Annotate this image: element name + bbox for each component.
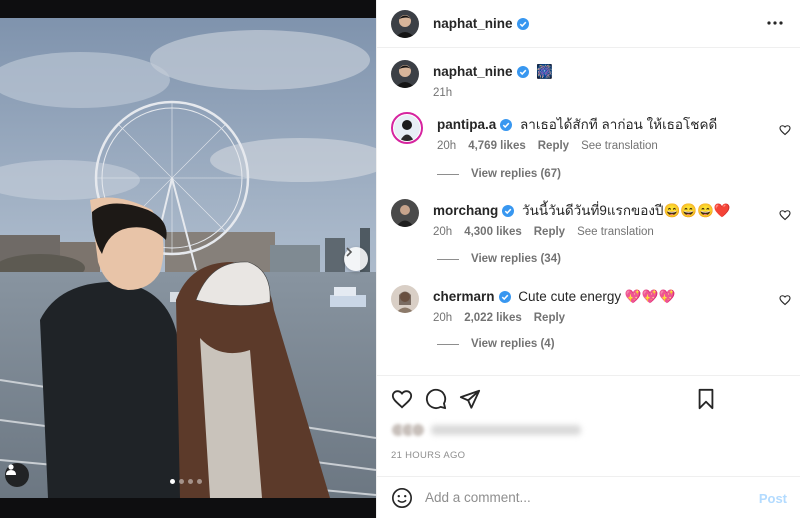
bookmark-icon[interactable] (695, 388, 717, 410)
reply-button[interactable]: Reply (534, 312, 565, 324)
caption-body: naphat_nine 🎆 21h (433, 60, 553, 99)
view-replies-label: View replies (4) (471, 338, 555, 350)
add-comment-input[interactable] (425, 490, 745, 505)
post-action-bar (377, 375, 800, 419)
caption-meta: 21h (433, 87, 553, 99)
comment-like-heart-icon[interactable] (779, 294, 791, 306)
author-avatar[interactable] (391, 9, 419, 38)
comment-body: pantipa.a ลาเธอได้สักที ลาก่อน ให้เธอโชค… (437, 112, 717, 152)
comment-content: วันนี้วันดีวันที่9แรกของปี😄😄😄❤️ (522, 203, 731, 218)
post-photo[interactable] (0, 0, 376, 518)
carousel-dot (170, 479, 175, 484)
comment-likes[interactable]: 4,769 likes (468, 140, 526, 152)
comment-body: morchang วันนี้วันดีวันที่9แรกของปี😄😄😄❤️… (433, 199, 731, 238)
verified-badge-icon (516, 17, 529, 30)
post-header: naphat_nine (377, 0, 800, 48)
commenter-avatar[interactable] (391, 285, 419, 313)
comment-content: ลาเธอได้สักที ลาก่อน ให้เธอโชคดี (520, 117, 718, 132)
verified-badge-icon (498, 291, 511, 303)
comment-likes[interactable]: 4,300 likes (464, 226, 522, 238)
comment-row: pantipa.a ลาเธอได้สักที ลาก่อน ให้เธอโชค… (391, 112, 717, 152)
comment-username[interactable]: pantipa.a (437, 117, 496, 132)
see-translation-link[interactable]: See translation (577, 226, 654, 238)
comment-username[interactable]: morchang (433, 203, 498, 218)
chevron-right-icon (346, 247, 353, 257)
verified-badge-icon (516, 66, 529, 78)
reply-button[interactable]: Reply (538, 140, 569, 152)
verified-badge-icon (500, 119, 513, 131)
liker-avatar (411, 423, 425, 437)
post-comment-button[interactable]: Post (759, 491, 787, 506)
comment-meta: 20h 4,769 likes Reply See translation (437, 140, 717, 152)
verified-badge-icon (502, 205, 515, 217)
post-time-ago: 21 HOURS AGO (391, 450, 466, 461)
comment-row: chermarn Cute cute energy 💖💖💖 20h 2,022 … (391, 285, 675, 324)
view-replies-button[interactable]: View replies (34) (437, 253, 561, 265)
author-username[interactable]: naphat_nine (433, 16, 513, 31)
comment-row: morchang วันนี้วันดีวันที่9แรกของปี😄😄😄❤️… (391, 199, 731, 238)
caption-text: naphat_nine 🎆 (433, 63, 553, 81)
comment-text: chermarn Cute cute energy 💖💖💖 (433, 288, 675, 306)
carousel-dot (179, 479, 184, 484)
comment-like-heart-icon[interactable] (779, 209, 791, 221)
caption-emoji: 🎆 (536, 64, 554, 79)
comments-list[interactable]: naphat_nine 🎆 21h pantipa.a ลาเธอได้สักท… (377, 48, 800, 375)
liked-by-text (431, 425, 581, 435)
replies-divider (437, 343, 459, 345)
comment-body: chermarn Cute cute energy 💖💖💖 20h 2,022 … (433, 285, 675, 324)
caption-time: 21h (433, 87, 453, 99)
author-avatar[interactable] (391, 60, 419, 88)
photo-illustration (0, 18, 376, 498)
view-replies-label: View replies (34) (471, 253, 561, 265)
reply-button[interactable]: Reply (534, 226, 565, 238)
more-options-icon[interactable] (766, 14, 784, 32)
comment-likes[interactable]: 2,022 likes (464, 312, 522, 324)
comment-like-heart-icon[interactable] (779, 124, 791, 136)
comment-time: 20h (433, 312, 453, 324)
see-translation-link[interactable]: See translation (581, 140, 658, 152)
comment-time: 20h (437, 140, 457, 152)
share-paper-plane-icon[interactable] (459, 388, 481, 410)
replies-divider (437, 258, 459, 260)
caption-row: naphat_nine 🎆 21h (391, 60, 553, 99)
post-side-panel: naphat_nine naphat_nine 🎆 21h pantipa.a … (376, 0, 800, 518)
comment-meta: 20h 2,022 likes Reply (433, 312, 675, 324)
comment-text: pantipa.a ลาเธอได้สักที ลาก่อน ให้เธอโชค… (437, 116, 717, 134)
view-replies-button[interactable]: View replies (67) (437, 168, 561, 180)
comment-composer: Post (377, 476, 800, 518)
replies-divider (437, 173, 459, 175)
carousel-dot (188, 479, 193, 484)
comment-bubble-icon[interactable] (425, 388, 447, 410)
tagged-users-button[interactable] (5, 463, 29, 487)
emoji-smiley-icon[interactable] (391, 487, 413, 509)
comment-meta: 20h 4,300 likes Reply See translation (433, 226, 731, 238)
view-replies-label: View replies (67) (471, 168, 561, 180)
comment-text: morchang วันนี้วันดีวันที่9แรกของปี😄😄😄❤️ (433, 202, 731, 220)
next-photo-button[interactable] (344, 247, 368, 271)
carousel-dots (170, 479, 202, 484)
caption-username[interactable]: naphat_nine (433, 64, 513, 79)
liked-by-blurred (391, 423, 581, 437)
like-heart-icon[interactable] (391, 388, 413, 410)
comment-content: Cute cute energy 💖💖💖 (518, 289, 676, 304)
comment-username[interactable]: chermarn (433, 289, 495, 304)
commenter-avatar[interactable] (391, 199, 419, 227)
comment-time: 20h (433, 226, 453, 238)
view-replies-button[interactable]: View replies (4) (437, 338, 555, 350)
carousel-dot (197, 479, 202, 484)
commenter-avatar[interactable] (391, 112, 423, 144)
user-icon (6, 464, 16, 475)
